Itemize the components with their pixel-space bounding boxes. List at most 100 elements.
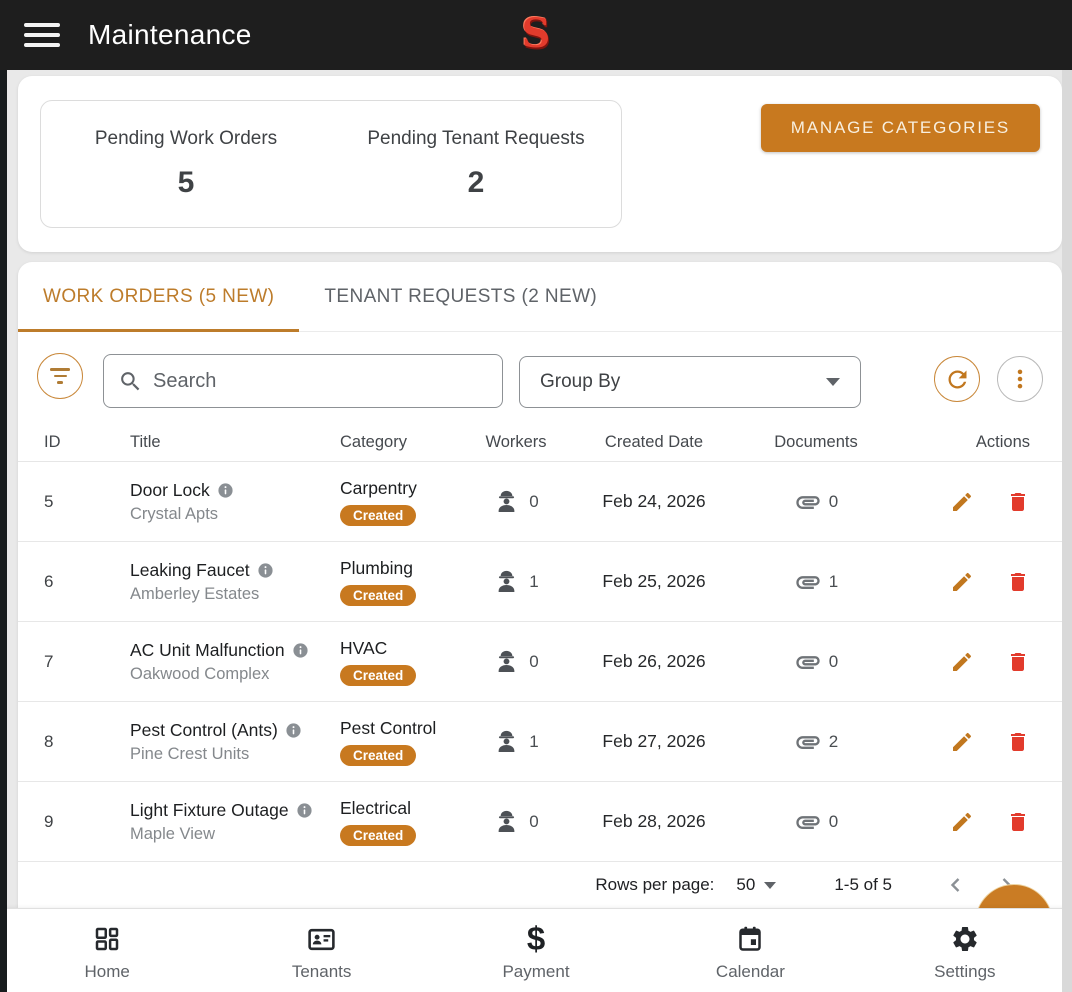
nav-label: Payment	[502, 962, 570, 981]
dashboard-icon	[92, 923, 122, 955]
documents-count: 2	[828, 731, 839, 751]
paperclip-icon	[794, 728, 822, 756]
status-badge: Created	[340, 664, 417, 686]
worker-icon	[493, 648, 520, 675]
created-date: Feb 27, 2026	[602, 731, 706, 751]
worker-icon	[493, 808, 520, 835]
table-row[interactable]: 6 Leaking Faucet Amberley Estates Plumbi…	[18, 542, 1062, 622]
delete-button[interactable]	[1006, 730, 1030, 754]
page-title: Maintenance	[88, 19, 252, 50]
work-order-category: Plumbing	[340, 557, 413, 578]
delete-button[interactable]	[1006, 570, 1030, 594]
pagination-bar: Rows per page: 50 1-5 of 5	[18, 862, 1062, 908]
delete-button[interactable]	[1006, 490, 1030, 514]
nav-label: Home	[84, 962, 130, 981]
dollar-icon: $	[526, 920, 546, 957]
documents-count: 0	[828, 811, 839, 831]
filter-button[interactable]	[37, 353, 83, 399]
stat-pending-work-orders: Pending Work Orders 5	[41, 101, 331, 227]
workers-count: 0	[529, 811, 539, 831]
worker-icon	[493, 728, 520, 755]
search-input[interactable]	[153, 369, 473, 393]
work-order-title: AC Unit Malfunction	[130, 639, 285, 660]
nav-label: Tenants	[291, 962, 352, 981]
rows-per-page-label: Rows per page:	[595, 875, 715, 894]
created-date: Feb 24, 2026	[602, 491, 706, 511]
tab-work-orders[interactable]: WORK ORDERS (5 NEW)	[18, 262, 300, 332]
tab-tenant-requests[interactable]: TENANT REQUESTS (2 NEW)	[299, 262, 622, 331]
worker-icon	[493, 488, 520, 515]
nav-item-calendar[interactable]: Calendar	[643, 909, 857, 992]
info-icon[interactable]	[296, 802, 313, 819]
previous-page-button[interactable]	[944, 873, 968, 897]
hamburger-menu-icon[interactable]	[24, 21, 62, 49]
nav-item-payment[interactable]: $ Payment	[429, 909, 643, 992]
edit-button[interactable]	[950, 570, 974, 594]
nav-item-home[interactable]: Home	[0, 909, 214, 992]
table-row[interactable]: 7 AC Unit Malfunction Oakwood Complex HV…	[18, 622, 1062, 702]
column-header-id: ID	[44, 433, 61, 451]
work-order-id: 8	[44, 731, 54, 751]
manage-categories-button[interactable]: MANAGE CATEGORIES	[760, 104, 1040, 152]
created-date: Feb 25, 2026	[602, 571, 706, 591]
calendar-icon	[735, 923, 765, 955]
refresh-button[interactable]	[934, 356, 980, 402]
gear-icon	[950, 923, 980, 955]
more-vert-icon	[1007, 366, 1033, 392]
work-order-category: Pest Control	[340, 717, 437, 738]
info-icon[interactable]	[257, 562, 274, 579]
stat-label: Pending Tenant Requests	[367, 128, 585, 149]
table-row[interactable]: 9 Light Fixture Outage Maple View Electr…	[18, 782, 1062, 862]
rows-per-page-value: 50	[736, 875, 756, 894]
delete-button[interactable]	[1006, 810, 1030, 834]
more-options-button[interactable]	[997, 356, 1043, 402]
work-order-title: Door Lock	[130, 479, 210, 500]
table-row[interactable]: 5 Door Lock Crystal Apts Carpentry Creat…	[18, 462, 1062, 542]
scrollbar-track[interactable]	[1062, 70, 1072, 992]
edit-button[interactable]	[950, 730, 974, 754]
stat-value: 5	[177, 166, 195, 199]
column-header-workers: Workers	[485, 433, 547, 451]
search-icon	[118, 369, 143, 394]
rows-per-page-select[interactable]: 50	[736, 875, 777, 895]
status-badge: Created	[340, 584, 417, 606]
created-date: Feb 26, 2026	[602, 651, 706, 671]
info-icon[interactable]	[292, 642, 309, 659]
filter-icon	[50, 368, 70, 384]
workers-count: 1	[529, 571, 539, 591]
edit-button[interactable]	[950, 810, 974, 834]
nav-item-settings[interactable]: Settings	[858, 909, 1072, 992]
table-row[interactable]: 8 Pest Control (Ants) Pine Crest Units P…	[18, 702, 1062, 782]
status-badge: Created	[340, 824, 417, 846]
work-order-id: 6	[44, 571, 54, 591]
workers-count: 0	[529, 651, 539, 671]
work-order-category: Carpentry	[340, 477, 417, 498]
paperclip-icon	[794, 808, 822, 836]
worker-icon	[493, 568, 520, 595]
info-icon[interactable]	[285, 722, 302, 739]
status-badge: Created	[340, 744, 417, 766]
chevron-down-icon	[826, 378, 840, 386]
documents-count: 0	[828, 651, 839, 671]
chevron-down-icon	[764, 881, 777, 889]
documents-count: 1	[828, 571, 839, 591]
nav-item-tenants[interactable]: Tenants	[214, 909, 428, 992]
group-by-select[interactable]: Group By	[519, 356, 861, 408]
work-order-category: HVAC	[340, 637, 388, 658]
stat-value: 2	[467, 166, 485, 199]
delete-button[interactable]	[1006, 650, 1030, 674]
workers-count: 0	[529, 491, 539, 511]
nav-label: Settings	[934, 962, 996, 981]
paperclip-icon	[794, 648, 822, 676]
work-order-property: Crystal Apts	[130, 504, 219, 523]
work-order-property: Amberley Estates	[130, 584, 260, 603]
column-header-category: Category	[340, 433, 407, 451]
edit-button[interactable]	[950, 490, 974, 514]
work-orders-table-body: 5 Door Lock Crystal Apts Carpentry Creat…	[18, 462, 1062, 862]
nav-label: Calendar	[715, 962, 785, 981]
info-icon[interactable]	[217, 482, 234, 499]
status-badge: Created	[340, 504, 417, 526]
tab-bar: WORK ORDERS (5 NEW) TENANT REQUESTS (2 N…	[18, 262, 1062, 332]
edit-button[interactable]	[950, 650, 974, 674]
work-order-title: Pest Control (Ants)	[130, 719, 278, 740]
